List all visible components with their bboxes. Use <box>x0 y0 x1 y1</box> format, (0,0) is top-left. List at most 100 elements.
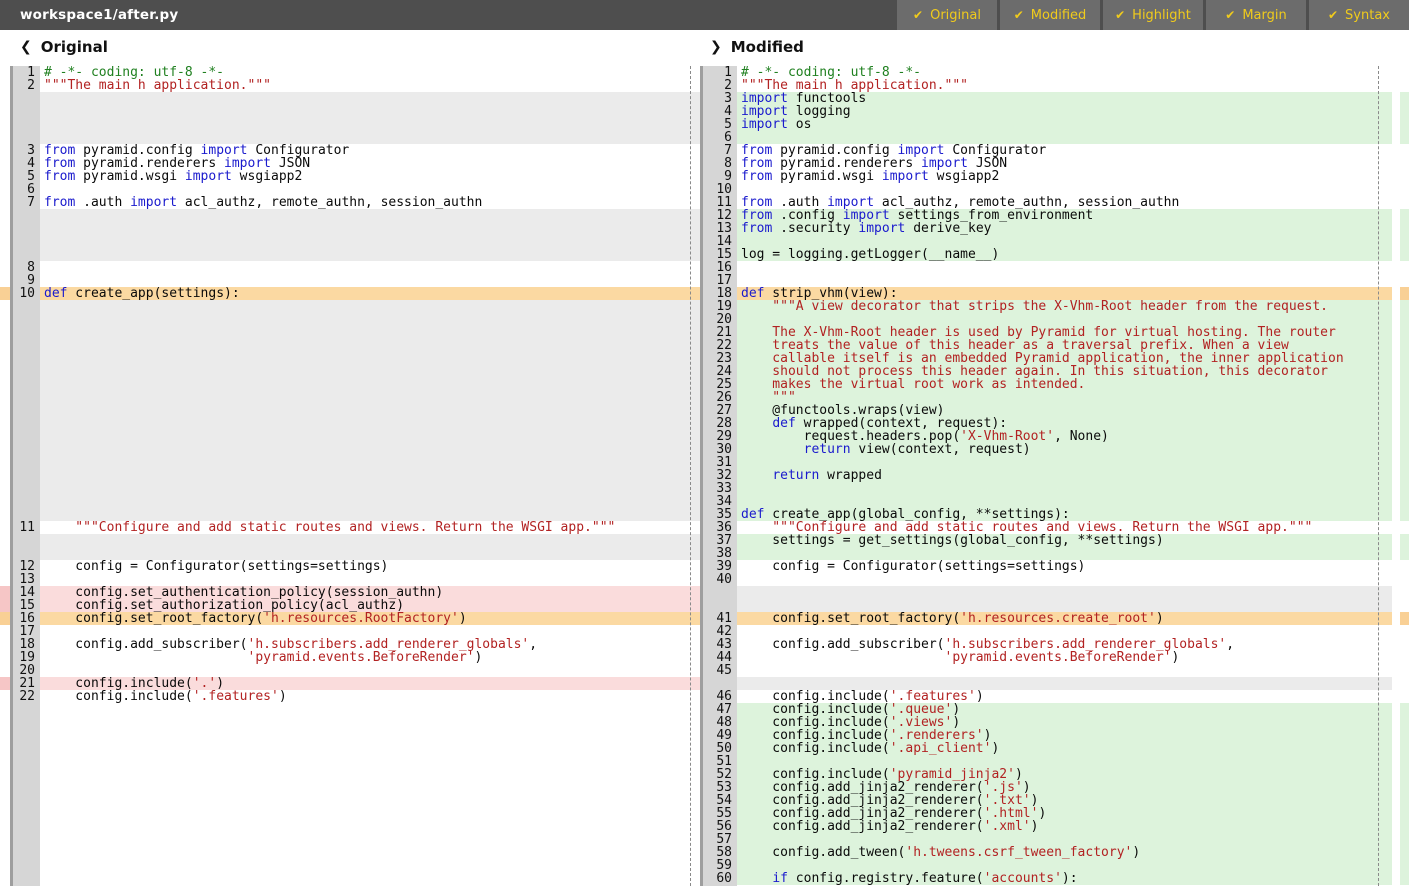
line-number <box>13 365 40 378</box>
line-number <box>13 755 40 768</box>
line-number: 23 <box>703 352 737 365</box>
change-marker <box>1400 482 1409 495</box>
change-marker <box>1400 131 1409 144</box>
change-marker <box>1400 391 1409 404</box>
code-row <box>40 209 700 222</box>
code-row: def create_app(global_config, **settings… <box>737 508 1392 521</box>
line-number <box>13 430 40 443</box>
code-row: """A view decorator that strips the X-Vh… <box>737 300 1392 313</box>
change-marker <box>1400 807 1409 820</box>
pane-header-modified-label: Modified <box>731 38 804 56</box>
line-number: 3 <box>703 92 737 105</box>
code-row: makes the virtual root work as intended. <box>737 378 1392 391</box>
line-number: 6 <box>703 131 737 144</box>
code-row <box>40 495 700 508</box>
code-row: from pyramid.config import Configurator <box>40 144 700 157</box>
toggle-original-button[interactable]: ✔Original <box>897 0 997 30</box>
line-number: 26 <box>703 391 737 404</box>
line-number: 52 <box>703 768 737 781</box>
line-number <box>13 313 40 326</box>
line-number <box>13 508 40 521</box>
code-row: from pyramid.renderers import JSON <box>737 157 1392 170</box>
code-row: from pyramid.renderers import JSON <box>40 157 700 170</box>
code-row <box>40 729 700 742</box>
code-row: config = Configurator(settings=settings) <box>737 560 1392 573</box>
line-number <box>13 391 40 404</box>
code-row <box>40 469 700 482</box>
line-number: 29 <box>703 430 737 443</box>
left-code-pane[interactable]: # -*- coding: utf-8 -*-"""The main h app… <box>40 66 700 886</box>
change-marker <box>1400 430 1409 443</box>
code-row <box>40 664 700 677</box>
line-number <box>13 404 40 417</box>
line-number <box>13 118 40 131</box>
code-row <box>737 547 1392 560</box>
code-row <box>40 443 700 456</box>
line-number <box>13 703 40 716</box>
line-number: 18 <box>13 638 40 651</box>
line-number: 21 <box>13 677 40 690</box>
change-marker <box>1400 404 1409 417</box>
toggle-modified-button[interactable]: ✔Modified <box>1000 0 1100 30</box>
code-row <box>737 677 1392 690</box>
right-line-number-gutter: 1234567891011121314151617181920212223242… <box>703 66 737 886</box>
line-number: 55 <box>703 807 737 820</box>
change-marker <box>1400 417 1409 430</box>
change-marker <box>1400 612 1409 625</box>
line-number: 53 <box>703 781 737 794</box>
toolbar-buttons: ✔Original✔Modified✔Highlight✔Margin✔Synt… <box>897 0 1409 30</box>
code-row <box>40 352 700 365</box>
code-row: settings = get_settings(global_config, *… <box>737 534 1392 547</box>
line-number <box>13 807 40 820</box>
line-number <box>13 794 40 807</box>
line-number: 59 <box>703 859 737 872</box>
code-row <box>40 508 700 521</box>
line-number <box>13 300 40 313</box>
change-marker <box>1400 378 1409 391</box>
code-row <box>40 235 700 248</box>
line-number <box>13 469 40 482</box>
code-row: """The main h application.""" <box>40 79 700 92</box>
code-row <box>40 547 700 560</box>
code-row: config.set_authentication_policy(session… <box>40 586 700 599</box>
line-number <box>13 729 40 742</box>
code-row <box>40 625 700 638</box>
change-marker <box>1400 716 1409 729</box>
line-number: 33 <box>703 482 737 495</box>
line-number <box>13 547 40 560</box>
change-marker <box>1400 339 1409 352</box>
line-number: 50 <box>703 742 737 755</box>
code-row <box>40 131 700 144</box>
toggle-highlight-button[interactable]: ✔Highlight <box>1103 0 1203 30</box>
toggle-button-label: Highlight <box>1132 8 1191 23</box>
toggle-margin-button[interactable]: ✔Margin <box>1206 0 1306 30</box>
line-number: 9 <box>703 170 737 183</box>
title-bar: workspace1/after.py ✔Original✔Modified✔H… <box>0 0 1409 30</box>
line-number: 16 <box>703 261 737 274</box>
toggle-syntax-button[interactable]: ✔Syntax <box>1309 0 1409 30</box>
code-row <box>40 313 700 326</box>
code-row <box>40 417 700 430</box>
line-number: 21 <box>703 326 737 339</box>
line-number <box>13 92 40 105</box>
code-row <box>737 183 1392 196</box>
line-number <box>13 482 40 495</box>
code-row: config.set_root_factory('h.resources.Roo… <box>40 612 700 625</box>
code-row <box>40 833 700 846</box>
line-number <box>13 131 40 144</box>
line-number <box>13 326 40 339</box>
line-number <box>13 833 40 846</box>
right-code-pane[interactable]: # -*- coding: utf-8 -*-"""The main h app… <box>737 66 1392 886</box>
code-row <box>40 105 700 118</box>
code-row: config.include('.') <box>40 677 700 690</box>
code-row <box>737 274 1392 287</box>
code-row <box>40 248 700 261</box>
pane-header-modified: ❯ Modified <box>710 36 804 58</box>
change-marker <box>1400 547 1409 560</box>
check-icon: ✔ <box>1225 8 1235 22</box>
change-marker <box>1400 300 1409 313</box>
line-number: 58 <box>703 846 737 859</box>
code-row <box>40 92 700 105</box>
check-icon: ✔ <box>913 8 923 22</box>
code-row <box>737 586 1392 599</box>
